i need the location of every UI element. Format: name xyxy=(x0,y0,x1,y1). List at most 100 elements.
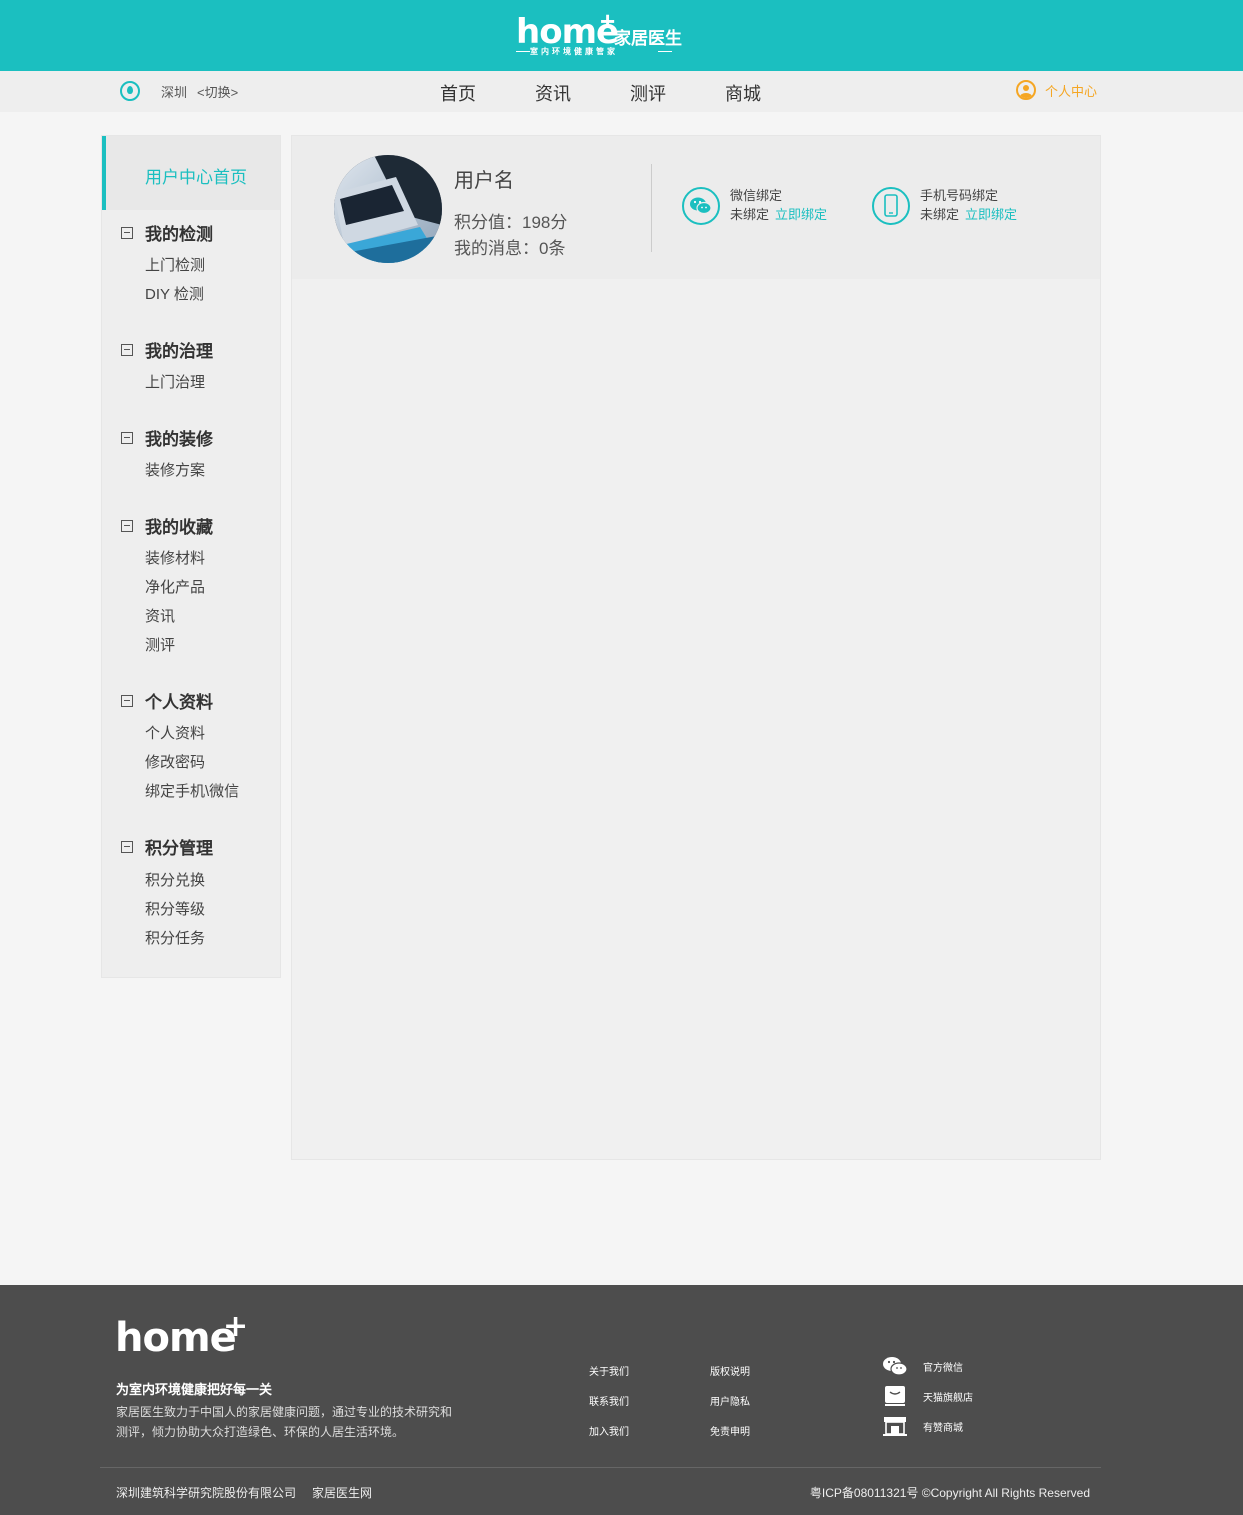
sidebar-item-purification-products[interactable]: 净化产品 xyxy=(145,576,205,597)
wechat-bind-block: 微信绑定 未绑定 立即绑定 xyxy=(682,186,827,225)
wechat-bind-title: 微信绑定 xyxy=(730,188,783,203)
wechat-bind-now-link[interactable]: 立即绑定 xyxy=(775,207,827,222)
sidebar-item-bind-phone-wechat[interactable]: 绑定手机\微信 xyxy=(145,780,239,801)
footer-link-about[interactable]: 关于我们 xyxy=(589,1363,629,1378)
points-label: 积分值： xyxy=(454,213,522,232)
sidebar-section-detection[interactable]: 我的检测 xyxy=(121,220,213,245)
points-value: 积分值：198分 xyxy=(454,208,567,233)
main-content-panel: 用户名 积分值：198分 我的消息：0条 微信绑定 未绑定 立即绑定 手机号码绑… xyxy=(291,135,1101,1160)
nav-item-home[interactable]: 首页 xyxy=(440,80,476,106)
location-pin-icon xyxy=(120,81,140,101)
footer-official-wechat[interactable]: 官方微信 xyxy=(882,1355,963,1377)
sidebar-item-points-level[interactable]: 积分等级 xyxy=(145,898,205,919)
logo-slogan-line-right xyxy=(658,51,672,52)
points-number: 198分 xyxy=(522,213,568,232)
profile-divider xyxy=(651,164,652,252)
footer-social-label: 官方微信 xyxy=(923,1362,963,1374)
phone-bind-block: 手机号码绑定 未绑定 立即绑定 xyxy=(872,186,1017,225)
sidebar-section-points[interactable]: 积分管理 xyxy=(121,834,213,859)
profile-card: 用户名 积分值：198分 我的消息：0条 微信绑定 未绑定 立即绑定 手机号码绑… xyxy=(292,136,1100,279)
nav-menu: 首页 资讯 测评 商城 xyxy=(440,80,820,106)
sidebar-item-points-tasks[interactable]: 积分任务 xyxy=(145,927,205,948)
collapse-icon xyxy=(121,431,133,444)
nav-item-mall[interactable]: 商城 xyxy=(725,80,761,106)
site-logo[interactable]: home + 家居医生 室内环境健康管家 xyxy=(516,6,696,60)
sidebar-section-label: 我的装修 xyxy=(145,430,213,449)
footer-youzan-mall[interactable]: 有赞商城 xyxy=(882,1415,963,1437)
collapse-icon xyxy=(121,343,133,356)
wechat-bind-status: 未绑定 xyxy=(730,207,770,222)
footer-logo: home + xyxy=(115,1309,248,1361)
logo-cn-name: 家居医生 xyxy=(614,29,682,48)
sidebar-section-favorites[interactable]: 我的收藏 xyxy=(121,513,213,538)
footer-link-contact[interactable]: 联系我们 xyxy=(589,1393,629,1408)
wechat-icon xyxy=(882,1355,908,1377)
site-footer: home + 为室内环境健康把好每一关 家居医生致力于中国人的家居健康问题，通过… xyxy=(0,1285,1243,1515)
footer-logo-word: home xyxy=(115,1315,237,1361)
sidebar-item-fav-news[interactable]: 资讯 xyxy=(145,605,175,626)
store-icon xyxy=(882,1415,908,1437)
personal-center-label: 个人中心 xyxy=(1045,83,1098,99)
footer-link-privacy[interactable]: 用户隐私 xyxy=(710,1393,750,1408)
footer-copyright: 粤ICP备08011321号 ©Copyright All Rights Res… xyxy=(809,1486,1090,1500)
nav-item-news[interactable]: 资讯 xyxy=(535,80,571,106)
footer-company-info: 深圳建筑科学研究院股份有限公司 家居医生网 xyxy=(116,1484,372,1501)
footer-social-label: 有赞商城 xyxy=(923,1422,963,1434)
logo-slogan-line-left xyxy=(516,51,530,52)
footer-company-name[interactable]: 深圳建筑科学研究院股份有限公司 xyxy=(116,1486,296,1500)
location-city: 深圳 xyxy=(161,84,188,100)
sidebar-section-label: 个人资料 xyxy=(145,693,213,712)
sidebar-item-points-exchange[interactable]: 积分兑换 xyxy=(145,869,205,890)
sidebar-item-decoration-materials[interactable]: 装修材料 xyxy=(145,547,205,568)
top-header-bar: home + 家居医生 室内环境健康管家 xyxy=(0,0,1243,71)
sidebar-section-decoration[interactable]: 我的装修 xyxy=(121,425,213,450)
location-selector[interactable]: 深圳 <切换> xyxy=(120,81,238,101)
footer-link-join[interactable]: 加入我们 xyxy=(589,1423,629,1438)
phone-bind-title: 手机号码绑定 xyxy=(920,188,999,203)
footer-social-label: 天猫旗舰店 xyxy=(923,1392,973,1404)
phone-bind-status: 未绑定 xyxy=(920,207,960,222)
collapse-icon xyxy=(121,226,133,239)
wechat-icon xyxy=(682,187,720,225)
footer-slogan: 为室内环境健康把好每一关 xyxy=(116,1382,273,1397)
sidebar-section-label: 积分管理 xyxy=(145,839,213,858)
collapse-icon xyxy=(121,840,133,853)
sidebar-section-label: 我的治理 xyxy=(145,342,213,361)
logo-plus: + xyxy=(600,6,616,36)
messages-label: 我的消息： xyxy=(454,239,539,258)
sidebar-item-onsite-detection[interactable]: 上门检测 xyxy=(145,254,205,275)
sidebar-section-profile[interactable]: 个人资料 xyxy=(121,688,213,713)
footer-description: 家居医生致力于中国人的家居健康问题，通过专业的技术研究和测评，倾力协助大众打造绿… xyxy=(116,1405,453,1439)
mobile-phone-icon xyxy=(872,187,910,225)
footer-logo-plus: + xyxy=(223,1309,248,1344)
sidebar-item-diy-detection[interactable]: DIY 检测 xyxy=(145,283,204,304)
sidebar-section-treatment[interactable]: 我的治理 xyxy=(121,337,213,362)
footer-tmall-store[interactable]: 天猫旗舰店 xyxy=(882,1385,973,1407)
sidebar-item-onsite-treatment[interactable]: 上门治理 xyxy=(145,371,205,392)
messages-value[interactable]: 我的消息：0条 xyxy=(454,234,565,259)
personal-center-link[interactable]: 个人中心 xyxy=(1016,80,1097,100)
main-navbar: 深圳 <切换> 首页 资讯 测评 商城 个人中心 xyxy=(0,71,1243,112)
footer-link-copyright[interactable]: 版权说明 xyxy=(710,1363,750,1378)
sidebar-item-fav-review[interactable]: 测评 xyxy=(145,634,175,655)
user-icon xyxy=(1016,80,1036,100)
sidebar-item-change-password[interactable]: 修改密码 xyxy=(145,751,205,772)
sidebar-section-label: 我的收藏 xyxy=(145,518,213,537)
phone-bind-now-link[interactable]: 立即绑定 xyxy=(965,207,1017,222)
sidebar-item-decoration-plan[interactable]: 装修方案 xyxy=(145,459,205,480)
sidebar-section-label: 我的检测 xyxy=(145,225,213,244)
messages-count: 0条 xyxy=(539,239,566,258)
username: 用户名 xyxy=(454,170,514,192)
collapse-icon xyxy=(121,519,133,532)
tmall-icon xyxy=(882,1385,908,1407)
nav-item-review[interactable]: 测评 xyxy=(630,80,666,106)
logo-slogan: 室内环境健康管家 xyxy=(530,47,618,56)
sidebar-item-personal-info[interactable]: 个人资料 xyxy=(145,722,205,743)
sidebar-item-user-center-home[interactable]: 用户中心首页 xyxy=(102,136,280,210)
collapse-icon xyxy=(121,694,133,707)
avatar[interactable] xyxy=(334,155,442,263)
user-center-sidebar: 用户中心首页 我的检测 上门检测 DIY 检测 我的治理 上门治理 我的装修 装… xyxy=(101,135,281,978)
footer-site-name[interactable]: 家居医生网 xyxy=(312,1486,372,1500)
location-switch-link[interactable]: <切换> xyxy=(197,82,238,101)
footer-link-disclaimer[interactable]: 免责申明 xyxy=(710,1423,750,1438)
